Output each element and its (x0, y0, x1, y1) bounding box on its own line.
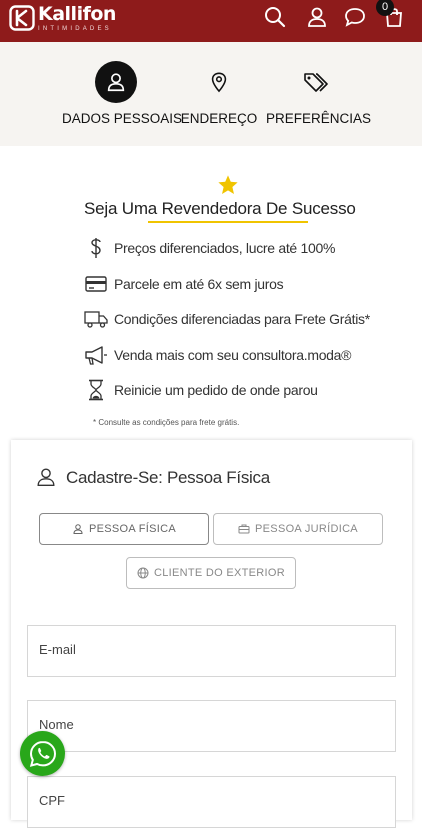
briefcase-icon (238, 524, 250, 534)
title-underline (148, 221, 308, 223)
tags-icon (304, 73, 328, 92)
user-icon (107, 73, 125, 92)
benefit-text: Condições diferenciadas para Frete Gráti… (114, 311, 370, 327)
step-preferencias[interactable]: PREFERÊNCIAS (266, 42, 372, 126)
email-field[interactable]: E-mail (27, 625, 396, 677)
benefit-item: Preços diferenciados, lucre até 100% (84, 236, 335, 260)
pessoa-fisica-button[interactable]: PESSOA FÍSICA (39, 513, 209, 545)
benefit-text: Venda mais com seu consultora.moda® (114, 347, 352, 363)
registration-steps: DADOS PESSOAIS ENDEREÇO PREFERÊNCIAS (0, 42, 422, 146)
dollar-icon (84, 236, 108, 260)
benefit-item: Venda mais com seu consultora.moda® (84, 343, 351, 367)
cliente-exterior-button[interactable]: CLIENTE DO EXTERIOR (126, 557, 296, 589)
field-label: E-mail (39, 642, 76, 657)
pessoa-juridica-button[interactable]: PESSOA JURÍDICA (213, 513, 383, 545)
benefit-text: Preços diferenciados, lucre até 100% (114, 240, 336, 256)
step-label: ENDEREÇO (180, 111, 258, 126)
field-label: CPF (39, 793, 65, 808)
benefit-item: Parcele em até 6x sem juros (84, 272, 284, 296)
step-circle (198, 61, 240, 103)
button-label: CLIENTE DO EXTERIOR (154, 567, 285, 579)
brand-tagline: INTIMIDADES (38, 26, 112, 32)
benefits-title: Seja Uma Revendedora De Sucesso (84, 199, 356, 218)
benefit-text: Parcele em até 6x sem juros (114, 276, 284, 292)
benefit-text: Reinicie um pedido de onde parou (114, 382, 318, 398)
field-label: Nome (39, 717, 74, 732)
truck-icon (84, 307, 108, 331)
whatsapp-icon (29, 740, 56, 767)
star-icon (218, 175, 238, 194)
step-dados-pessoais[interactable]: DADOS PESSOAIS (62, 42, 183, 126)
benefit-item: Condições diferenciadas para Frete Gráti… (84, 307, 370, 331)
freight-footnote: * Consulte as condições para frete gráti… (93, 418, 240, 427)
button-label: PESSOA FÍSICA (88, 523, 177, 535)
user-icon (73, 524, 83, 534)
search-icon[interactable] (263, 5, 287, 29)
button-label: PESSOA JURÍDICA (255, 523, 358, 535)
name-field[interactable]: Nome (27, 700, 396, 752)
step-endereco[interactable]: ENDEREÇO (180, 42, 258, 126)
location-pin-icon (211, 72, 227, 93)
benefit-item: Reinicie um pedido de onde parou (84, 378, 318, 402)
hourglass-icon (84, 378, 108, 402)
credit-card-icon (84, 272, 108, 296)
megaphone-icon (84, 343, 108, 367)
whatsapp-button[interactable] (20, 731, 65, 776)
signup-title: Cadastre-Se: Pessoa Física (66, 468, 270, 487)
chat-icon[interactable] (343, 5, 367, 29)
cpf-field[interactable]: CPF (27, 776, 396, 828)
step-label: PREFERÊNCIAS (266, 111, 372, 126)
step-label: DADOS PESSOAIS (62, 111, 183, 126)
user-icon[interactable] (305, 5, 329, 29)
brand-logo[interactable]: Kallifon INTIMIDADES (9, 3, 116, 32)
logo-mark-icon (9, 5, 35, 31)
step-circle (95, 61, 137, 103)
top-header: Kallifon INTIMIDADES 0 (0, 0, 422, 42)
user-icon (37, 468, 55, 486)
step-circle (294, 61, 336, 103)
brand-name: Kallifon (38, 3, 116, 25)
globe-icon (137, 567, 149, 579)
